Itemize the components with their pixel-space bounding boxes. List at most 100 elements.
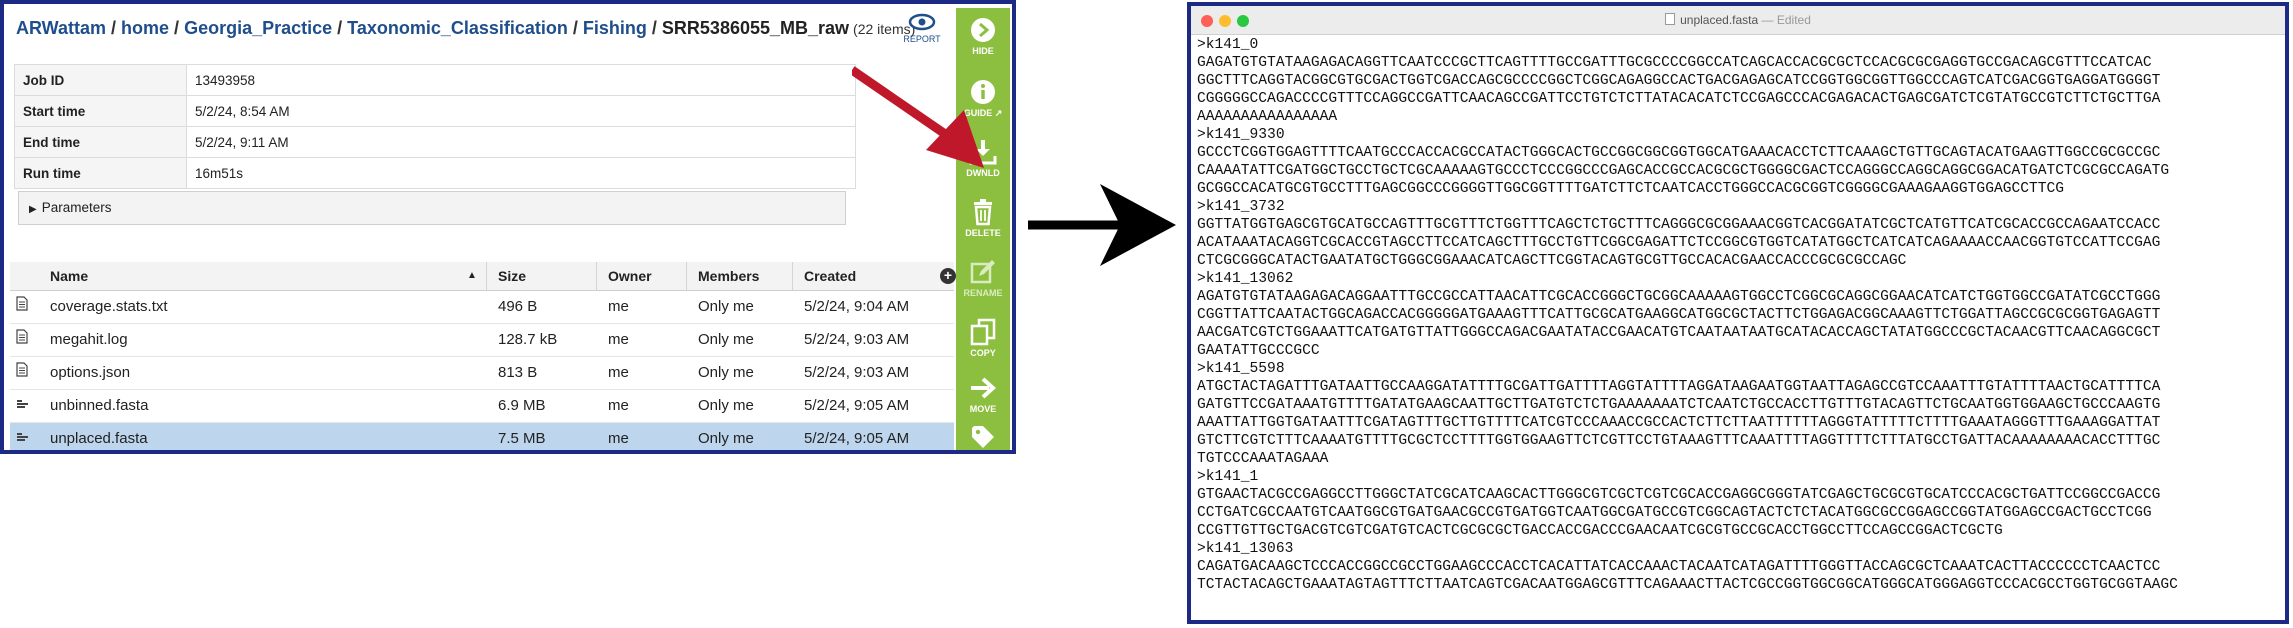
hide-button[interactable]: HIDE bbox=[956, 16, 1010, 56]
file-owner: me bbox=[608, 364, 629, 381]
file-created: 5/2/24, 9:03 AM bbox=[804, 331, 910, 348]
sequence-line: GGTTATGGTGAGCGTGCATGCCAGTTTGCGTTTCTGGTTT… bbox=[1197, 217, 2161, 233]
editor-text-area[interactable]: >k141_0 GAGATGTGTATAAGAGACAGGTTCAATCCCGCT… bbox=[1197, 36, 2279, 594]
sequence-line: TGTCCCAAATAGAAA bbox=[1197, 451, 1329, 467]
window-title-filename: unplaced.fasta bbox=[1680, 13, 1759, 27]
file-members: Only me bbox=[698, 430, 754, 447]
file-members: Only me bbox=[698, 298, 754, 315]
meta-key: Job ID bbox=[14, 64, 187, 96]
fasta-header-line: >k141_5598 bbox=[1197, 361, 1285, 377]
sequence-line: GATGTTCCGATAAATGTTTTGATATGAAGCAATTGCTTGA… bbox=[1197, 397, 2161, 413]
file-owner: me bbox=[608, 331, 629, 348]
move-label: MOVE bbox=[969, 404, 997, 414]
delete-button[interactable]: DELETE bbox=[956, 198, 1010, 238]
meta-value: 5/2/24, 8:54 AM bbox=[186, 95, 856, 127]
hide-label: HIDE bbox=[972, 46, 994, 56]
breadcrumb-separator: / bbox=[337, 18, 343, 38]
hide-icon bbox=[971, 18, 995, 42]
sequence-line: ATGCTACTAGATTTGATAATTGCCAAGGATATTTTGCGAT… bbox=[1197, 379, 2161, 395]
file-owner: me bbox=[608, 430, 629, 447]
sequence-line: AGATGTGTATAAGAGACAGGAATTTGCCGCCATTAACATT… bbox=[1197, 289, 2161, 305]
report-button[interactable]: REPORT bbox=[894, 12, 950, 44]
breadcrumb-item-georgia-practice[interactable]: Georgia_Practice bbox=[184, 18, 332, 38]
meta-row-run-time: Run time 16m51s bbox=[14, 157, 856, 189]
move-icon bbox=[971, 377, 996, 399]
sequence-line: GCGGCCACATGCGTGCCTTTGAGCGGCCCGGGGTTGGCGG… bbox=[1197, 181, 2065, 197]
column-header-created[interactable]: Created bbox=[804, 262, 856, 290]
workspace-panel: ARWattam / home / Georgia_Practice / Taxonomic… bbox=[0, 0, 1016, 454]
table-row[interactable]: coverage.stats.txt 496 B me Only me 5/2/… bbox=[10, 291, 954, 324]
parameters-toggle[interactable]: ▶ Parameters bbox=[18, 191, 846, 225]
breadcrumb-current: SRR5386055_MB_raw bbox=[661, 18, 850, 38]
breadcrumb-separator: / bbox=[651, 18, 657, 38]
file-name: megahit.log bbox=[50, 331, 128, 348]
table-row-selected[interactable]: unplaced.fasta 7.5 MB me Only me 5/2/24,… bbox=[10, 423, 954, 450]
file-table: Name ▲ Size Owner Members Created + cove… bbox=[10, 262, 956, 450]
sort-ascending-icon[interactable]: ▲ bbox=[467, 262, 477, 290]
file-size: 496 B bbox=[498, 298, 538, 315]
column-divider bbox=[686, 262, 687, 290]
file-owner: me bbox=[608, 298, 629, 315]
meta-row-job-id: Job ID 13493958 bbox=[14, 64, 856, 96]
sequence-line: AAATTATTGGTGATAATTTCGATAGTTTGCTTGTTTTCAT… bbox=[1197, 415, 2161, 431]
meta-key: End time bbox=[14, 126, 187, 158]
add-column-icon[interactable]: + bbox=[940, 268, 956, 284]
file-members: Only me bbox=[698, 364, 754, 381]
sequence-line: GTGAACTACGCCGAGGCCTTGGGCTATCGCATCAAGCACT… bbox=[1197, 487, 2161, 503]
table-row[interactable]: unbinned.fasta 6.9 MB me Only me 5/2/24,… bbox=[10, 390, 954, 423]
copy-label: COPY bbox=[970, 348, 996, 358]
window-title: unplaced.fasta — Edited bbox=[1191, 6, 2285, 34]
window-titlebar[interactable]: unplaced.fasta — Edited bbox=[1191, 6, 2285, 35]
file-name: unbinned.fasta bbox=[50, 397, 149, 414]
meta-value: 16m51s bbox=[186, 157, 856, 189]
fasta-header-line: >k141_13063 bbox=[1197, 541, 1294, 557]
file-created: 5/2/24, 9:05 AM bbox=[804, 430, 910, 447]
fasta-icon bbox=[16, 390, 30, 422]
sequence-line: CAAAATATTCGATGGCTGCCTGCTCGCAAAAAGTGCCCTC… bbox=[1197, 163, 2170, 179]
document-icon bbox=[16, 324, 28, 356]
breadcrumb-item-home[interactable]: home bbox=[121, 18, 169, 38]
breadcrumb-item-fishing[interactable]: Fishing bbox=[583, 18, 647, 38]
fasta-header-line: >k141_3732 bbox=[1197, 199, 1285, 215]
file-table-header: Name ▲ Size Owner Members Created + bbox=[10, 262, 956, 291]
table-row[interactable]: options.json 813 B me Only me 5/2/24, 9:… bbox=[10, 357, 954, 390]
file-size: 7.5 MB bbox=[498, 430, 546, 447]
black-arrow-annotation bbox=[1028, 184, 1176, 266]
tag-button[interactable] bbox=[956, 424, 1010, 450]
move-button[interactable]: MOVE bbox=[956, 374, 1010, 414]
sequence-line: CCTGATCGCCAATGTCAATGGCGTGATGAACGCCGTGATG… bbox=[1197, 505, 2152, 521]
meta-value: 5/2/24, 9:11 AM bbox=[186, 126, 856, 158]
meta-key: Start time bbox=[14, 95, 187, 127]
meta-row-start-time: Start time 5/2/24, 8:54 AM bbox=[14, 95, 856, 127]
sequence-line: AACGATCGTCTGGAAATTCATGATGTTATTGGGCCAGACG… bbox=[1197, 325, 2161, 341]
meta-row-end-time: End time 5/2/24, 9:11 AM bbox=[14, 126, 856, 158]
breadcrumb-item-taxonomic-classification[interactable]: Taxonomic_Classification bbox=[347, 18, 568, 38]
sequence-line: CTCGCGGGCATACTGAATATGCTGGGCGGAAACATCAGCT… bbox=[1197, 253, 1907, 269]
sequence-line: ACATAAATACAGGTCGCACCGTAGCCTTCCATCAGCTTTG… bbox=[1197, 235, 2161, 251]
table-row[interactable]: megahit.log 128.7 kB me Only me 5/2/24, … bbox=[10, 324, 954, 357]
document-icon bbox=[1665, 13, 1676, 25]
rename-button[interactable]: RENAME bbox=[956, 258, 1010, 298]
file-created: 5/2/24, 9:03 AM bbox=[804, 364, 910, 381]
delete-label: DELETE bbox=[965, 228, 1001, 238]
sequence-line: GAGATGTGTATAAGAGACAGGTTCAATCCCGCTTCAGTTT… bbox=[1197, 55, 2152, 71]
column-header-size[interactable]: Size bbox=[498, 262, 526, 290]
column-header-name[interactable]: Name bbox=[50, 262, 88, 290]
sequence-line: GCCCTCGGTGGAGTTTTCAATGCCCACCACGCCATACTGG… bbox=[1197, 145, 2161, 161]
sequence-line: CAGATGACAAGCTCCCACCGGCCGCCTGGAAGCCCACCTC… bbox=[1197, 559, 2161, 575]
fasta-header-line: >k141_1 bbox=[1197, 469, 1259, 485]
sequence-line: GGCTTTCAGGTACGGCGTGCGACTGGTCGACCAGCGCCCC… bbox=[1197, 73, 2161, 89]
column-header-owner[interactable]: Owner bbox=[608, 262, 652, 290]
external-link-icon: ↗ bbox=[992, 108, 1003, 118]
breadcrumb-separator: / bbox=[572, 18, 578, 38]
breadcrumb-item-user[interactable]: ARWattam bbox=[16, 18, 106, 38]
sequence-line: TCTACTACAGCTGAAATAGTAGTTTCTTAATCAGTCGACA… bbox=[1197, 577, 2178, 593]
meta-key: Run time bbox=[14, 157, 187, 189]
fasta-header-line: >k141_13062 bbox=[1197, 271, 1294, 287]
column-header-members[interactable]: Members bbox=[698, 262, 759, 290]
copy-button[interactable]: COPY bbox=[956, 318, 1010, 358]
sequence-line: CCGTTGTTGCTGACGTCGTCGATGTCACTCGCGCGCTGAC… bbox=[1197, 523, 2003, 539]
file-members: Only me bbox=[698, 331, 754, 348]
file-created: 5/2/24, 9:05 AM bbox=[804, 397, 910, 414]
sequence-line: AAAAAAAAAAAAAAAA bbox=[1197, 109, 1338, 125]
